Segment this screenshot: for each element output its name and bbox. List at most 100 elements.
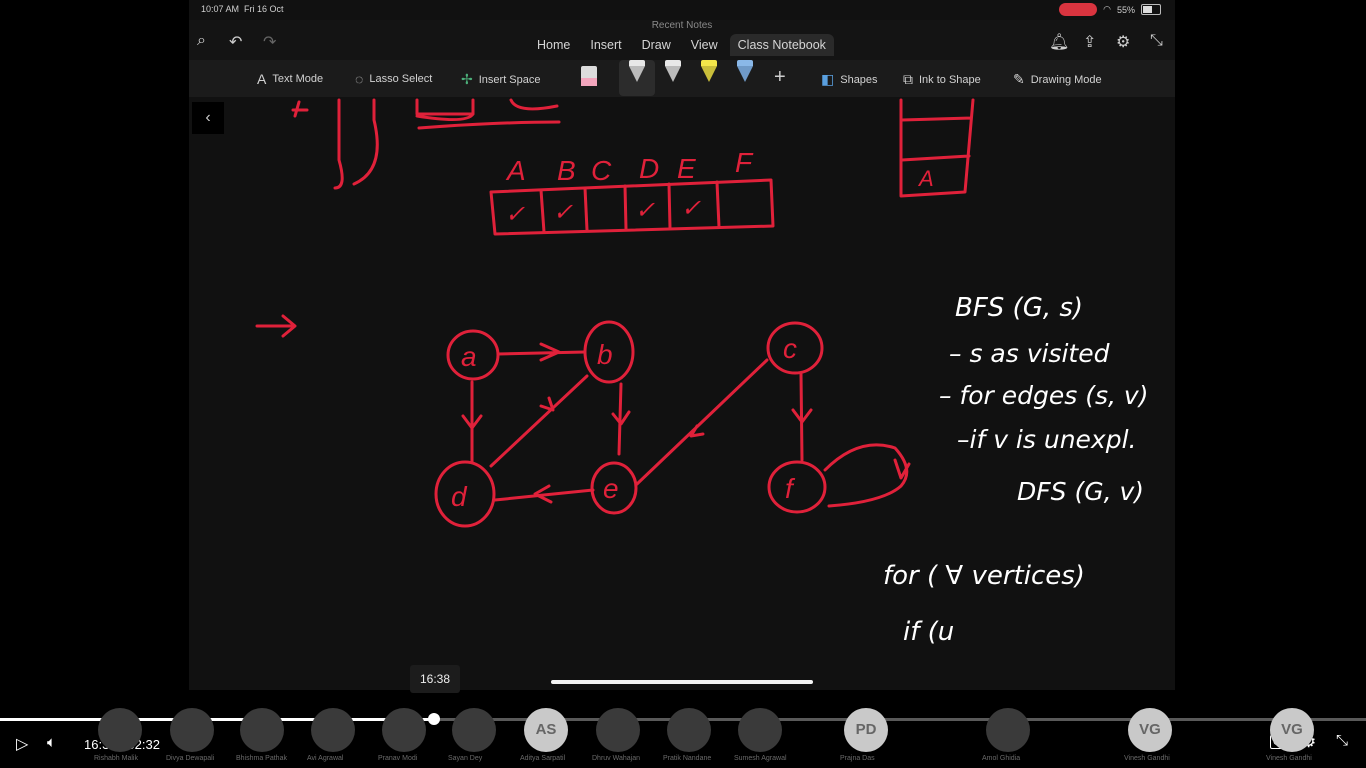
note-line-1: – s as visited xyxy=(949,339,1110,368)
participant-name: Prajna Das xyxy=(840,755,875,762)
edge-f-self-loop xyxy=(823,443,911,508)
highlighter-yellow-body xyxy=(701,66,717,82)
drawing-mode-button[interactable]: ✎ Drawing Mode xyxy=(1013,71,1102,88)
pointer-arrow xyxy=(255,314,297,338)
array-mark-b: ✓ xyxy=(553,199,573,226)
edge-e-d xyxy=(493,484,595,504)
participant-avatar xyxy=(311,708,355,752)
ink-canvas[interactable]: A B C D E F ✓ ✓ ✓ ✓ A a b c d e f BFS (G… xyxy=(189,97,1175,690)
app-toolbar: Recent Notes ⌕ ↶ ↷ Home Insert Draw View… xyxy=(189,20,1175,60)
volume-icon[interactable]: 🔈︎ xyxy=(47,734,56,751)
node-b-label: b xyxy=(597,339,613,370)
participant-avatar xyxy=(382,708,426,752)
participant-name: Vinesh Gandhi xyxy=(1124,755,1170,762)
array-letter-a: A xyxy=(505,155,526,186)
partial-letter xyxy=(291,100,309,118)
edge-a-b xyxy=(496,342,587,362)
tab-view[interactable]: View xyxy=(683,34,726,56)
participant-avatar xyxy=(986,708,1030,752)
insert-space-icon: ✢ xyxy=(461,71,473,87)
share-icon[interactable]: ⇪ xyxy=(1083,32,1096,52)
undo-icon[interactable]: ↶ xyxy=(229,32,242,52)
participant-avatar xyxy=(170,708,214,752)
highlighter-yellow[interactable] xyxy=(701,60,717,86)
battery-icon xyxy=(1141,4,1161,15)
node-a-label: a xyxy=(461,341,477,372)
participant-avatar-initials: VG xyxy=(1270,708,1314,752)
gear-icon[interactable]: ⚙ xyxy=(1116,32,1130,52)
participant-name: Amol Ghidia xyxy=(982,755,1021,762)
search-icon[interactable]: ⌕ xyxy=(197,32,206,50)
exit-fullscreen-icon[interactable]: ⤡ xyxy=(1336,732,1348,749)
stack-item: A xyxy=(917,166,934,191)
lasso-select-button[interactable]: ◌ Lasso Select xyxy=(355,71,432,87)
add-pen-icon[interactable]: + xyxy=(774,66,786,89)
participant-avatar xyxy=(596,708,640,752)
progress-played xyxy=(0,718,435,721)
eraser-tool[interactable] xyxy=(581,66,597,86)
status-time: 10:07 AM Fri 16 Oct xyxy=(201,4,284,14)
note-if: if (u xyxy=(903,617,954,647)
note-title[interactable]: Recent Notes xyxy=(189,20,1175,31)
redo-icon[interactable]: ↷ xyxy=(263,32,276,52)
participant-name: Sumesh Agrawal xyxy=(734,755,787,762)
draw-toolbar: A Text Mode ◌ Lasso Select ✢ Insert Space +… xyxy=(189,60,1175,97)
drawing-mode-icon: ✎ xyxy=(1013,71,1025,87)
tab-home[interactable]: Home xyxy=(529,34,578,56)
participant-avatar-initials: AS xyxy=(524,708,568,752)
bell-icon[interactable]: 🔔︎ xyxy=(1049,32,1069,52)
partial-box xyxy=(415,98,475,121)
node-f xyxy=(767,460,827,514)
participant-name: Pratik Nandane xyxy=(663,755,712,762)
edge-d-b xyxy=(489,374,589,468)
array-mark-e: ✓ xyxy=(681,195,701,222)
pen-tool-2[interactable] xyxy=(665,60,681,86)
seek-tooltip: 16:38 xyxy=(410,665,460,693)
home-indicator xyxy=(551,680,813,684)
pen-1-body xyxy=(629,66,645,82)
highlighter-blue[interactable] xyxy=(737,60,753,86)
array-letter-f: F xyxy=(735,147,754,178)
tab-insert[interactable]: Insert xyxy=(582,34,629,56)
participant-name: Dhruv Wahajan xyxy=(592,755,640,762)
collapse-icon[interactable]: ⤡ xyxy=(1150,32,1163,50)
participant-avatar xyxy=(240,708,284,752)
stack-drawing xyxy=(899,98,975,198)
highlighter-blue-body xyxy=(737,66,753,82)
text-mode-button[interactable]: A Text Mode xyxy=(257,71,323,87)
participant-name: Aditya Sarpatil xyxy=(520,755,566,762)
sidebar-toggle-chevron-left-icon[interactable]: ‹ xyxy=(192,102,224,134)
node-d-label: d xyxy=(451,481,468,512)
tab-class-notebook[interactable]: Class Notebook xyxy=(729,34,834,56)
insert-space-button[interactable]: ✢ Insert Space xyxy=(461,71,541,88)
note-for-loop: for ( ∀ vertices) xyxy=(883,561,1085,591)
node-e-label: e xyxy=(603,473,619,504)
participant-avatar-initials: VG xyxy=(1128,708,1172,752)
array-mark-d: ✓ xyxy=(635,197,655,224)
edge-c-e xyxy=(635,358,769,486)
ipad-screen: 10:07 AM Fri 16 Oct ◠ 55% Recent Notes ⌕… xyxy=(189,0,1175,690)
status-bar: 10:07 AM Fri 16 Oct ◠ 55% xyxy=(189,0,1175,20)
visited-array xyxy=(489,178,775,236)
battery-percent: 55% xyxy=(1116,4,1135,15)
array-letter-b: B xyxy=(557,155,576,186)
node-c-label: c xyxy=(783,333,797,364)
participant-avatar xyxy=(738,708,782,752)
ink-to-shape-button[interactable]: ⧉ Ink to Shape xyxy=(903,71,981,88)
tab-draw[interactable]: Draw xyxy=(634,34,679,56)
node-f-label: f xyxy=(785,473,796,504)
participant-avatar xyxy=(452,708,496,752)
participant-name: Sayan Dey xyxy=(448,755,483,762)
wifi-icon: ◠ xyxy=(1103,4,1111,14)
shapes-button[interactable]: ◧ Shapes xyxy=(821,71,878,88)
participant-avatar-initials: PD xyxy=(844,708,888,752)
pen-tool-1[interactable] xyxy=(629,60,645,86)
note-line-3: –if v is unexpl. xyxy=(957,425,1136,454)
ribbon-tabs: Home Insert Draw View Class Notebook xyxy=(529,34,834,56)
participant-avatar xyxy=(98,708,142,752)
text-icon: A xyxy=(257,71,267,87)
shapes-icon: ◧ xyxy=(821,71,835,87)
partial-curve xyxy=(509,98,559,111)
play-icon[interactable]: ▷ xyxy=(16,734,28,754)
participant-name: Divya Dewapali xyxy=(166,755,215,762)
